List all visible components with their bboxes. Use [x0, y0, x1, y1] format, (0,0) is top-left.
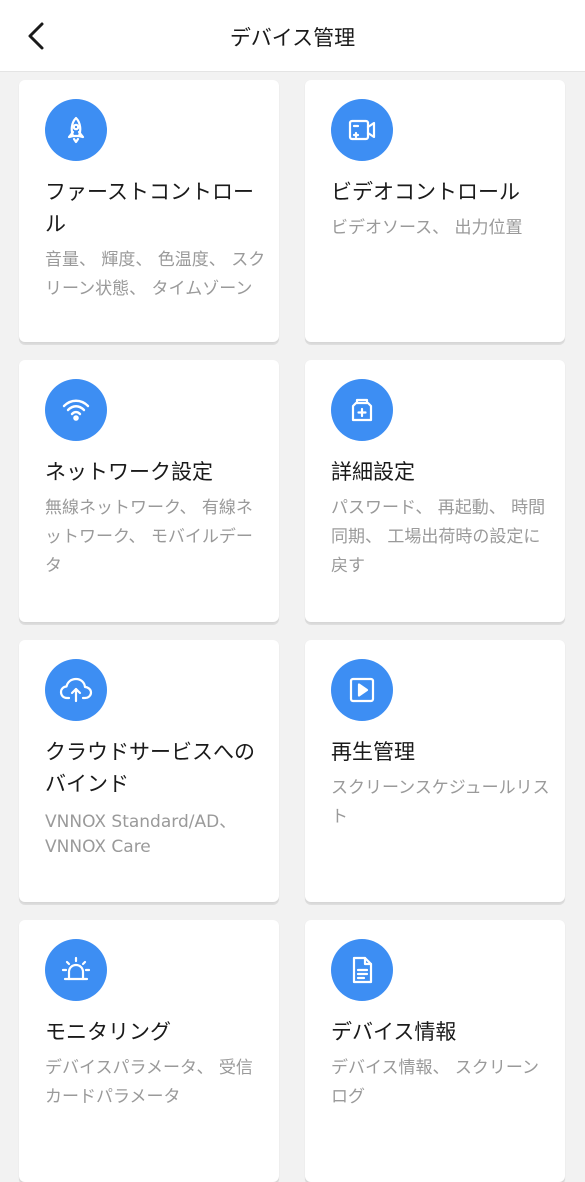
card-device-info[interactable]: デバイス情報 デバイス情報、 スクリーンログ [305, 920, 565, 1182]
card-description: スクリーンスケジュールリスト [331, 778, 550, 827]
card-description: ビデオソース、 出力位置 [331, 218, 523, 238]
card-video-control[interactable]: ビデオコントロール ビデオソース、 出力位置 [305, 80, 565, 342]
card-monitoring[interactable]: モニタリング デバイスパラメータ、 受信カードパラメータ [19, 920, 279, 1182]
video-camera-icon [331, 99, 393, 161]
card-title: ファーストコントロール [45, 180, 254, 236]
card-description: 音量、 輝度、 色温度、 スクリーン状態、 タイムゾーン [45, 250, 266, 299]
card-title: 詳細設定 [331, 460, 415, 484]
card-description: パスワード、 再起動、 時間同期、 工場出荷時の設定に戻す [331, 498, 546, 576]
cloud-upload-icon [45, 659, 107, 721]
card-title: ネットワーク設定 [45, 460, 213, 484]
wifi-icon [45, 379, 107, 441]
document-icon [331, 939, 393, 1001]
toolbox-icon [331, 379, 393, 441]
card-title: デバイス情報 [331, 1020, 457, 1044]
card-title: クラウドサービスへのバインド [45, 740, 255, 796]
header-bar: デバイス管理 [0, 0, 585, 72]
card-title: 再生管理 [331, 740, 415, 764]
play-icon [331, 659, 393, 721]
card-title: モニタリング [45, 1020, 171, 1044]
alarm-icon [45, 939, 107, 1001]
rocket-icon [45, 99, 107, 161]
card-playback-management[interactable]: 再生管理 スクリーンスケジュールリスト [305, 640, 565, 902]
page-title: デバイス管理 [229, 26, 356, 50]
card-description: デバイス情報、 スクリーンログ [331, 1058, 540, 1107]
card-first-control[interactable]: ファーストコントロール 音量、 輝度、 色温度、 スクリーン状態、 タイムゾーン [19, 80, 279, 342]
card-network-settings[interactable]: ネットワーク設定 無線ネットワーク、 有線ネットワーク、 モバイルデータ [19, 360, 279, 622]
card-description: デバイスパラメータ、 受信カードパラメータ [45, 1058, 253, 1107]
card-description: 無線ネットワーク、 有線ネットワーク、 モバイルデータ [45, 498, 253, 576]
card-title: ビデオコントロール [331, 180, 520, 204]
card-advanced-settings[interactable]: 詳細設定 パスワード、 再起動、 時間同期、 工場出荷時の設定に戻す [305, 360, 565, 622]
card-description: VNNOX Standard/AD、 VNNOX Care [45, 812, 237, 857]
card-cloud-binding[interactable]: クラウドサービスへのバインド VNNOX Standard/AD、 VNNOX … [19, 640, 279, 902]
